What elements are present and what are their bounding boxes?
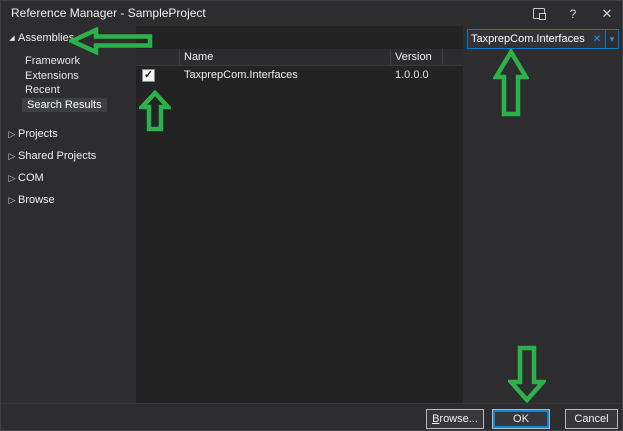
sidebar-item-label: Framework [25, 55, 80, 67]
sidebar-item-com[interactable]: ▷ COM [6, 172, 44, 184]
search-input[interactable] [468, 30, 589, 48]
list-header: Name Version [136, 49, 463, 66]
clear-icon: ✕ [593, 34, 601, 45]
sidebar-item-projects[interactable]: ▷ Projects [6, 128, 58, 140]
search-box: ✕ ▾ [467, 29, 619, 49]
close-button[interactable]: ✕ [590, 1, 623, 26]
window-controls: ? ✕ [522, 1, 623, 26]
sidebar-item-label: Browse [18, 194, 55, 206]
column-header-name[interactable]: Name [180, 49, 391, 65]
dialog-footer: Browse... OK Cancel [1, 403, 623, 431]
tree-collapsed-icon: ▷ [6, 195, 18, 206]
cancel-button[interactable]: Cancel [565, 409, 618, 429]
sidebar-item-search-results[interactable]: Search Results [22, 98, 107, 112]
sidebar-item-label: Recent [25, 84, 60, 96]
ok-button[interactable]: OK [492, 409, 550, 429]
sidebar-item-shared-projects[interactable]: ▷ Shared Projects [6, 150, 96, 162]
tree-collapsed-icon: ▷ [6, 173, 18, 184]
title-bar: Reference Manager - SampleProject ? ✕ [1, 1, 623, 26]
detail-panel: ✕ ▾ [463, 26, 623, 403]
table-row[interactable]: ✓ TaxprepCom.Interfaces 1.0.0.0 [136, 66, 463, 84]
window-title: Reference Manager - SampleProject [11, 6, 206, 20]
tree-collapsed-icon: ▷ [6, 151, 18, 162]
browse-button[interactable]: Browse... [426, 409, 484, 429]
feedback-button[interactable] [522, 1, 556, 26]
sidebar-item-label: Search Results [27, 99, 102, 111]
close-icon: ✕ [602, 6, 613, 22]
search-clear-button[interactable]: ✕ [589, 30, 605, 48]
chevron-down-icon: ▾ [610, 34, 615, 45]
search-dropdown-button[interactable]: ▾ [605, 30, 618, 48]
sidebar-item-framework[interactable]: Framework [25, 55, 80, 67]
tree-collapsed-icon: ▷ [6, 129, 18, 140]
assembly-list: Name Version ✓ TaxprepCom.Interfaces 1.0… [136, 26, 463, 403]
sidebar-item-recent[interactable]: Recent [25, 84, 60, 96]
row-checkbox[interactable]: ✓ [142, 69, 155, 82]
row-version: 1.0.0.0 [391, 69, 443, 81]
reference-manager-dialog: Reference Manager - SampleProject ? ✕ ◢ … [0, 0, 623, 431]
sidebar-item-label: Extensions [25, 70, 79, 82]
sidebar-item-extensions[interactable]: Extensions [25, 70, 79, 82]
sidebar-item-assemblies[interactable]: ◢ Assemblies [6, 32, 74, 44]
row-checkbox-cell: ✓ [136, 69, 180, 82]
help-button[interactable]: ? [556, 1, 590, 26]
sidebar-item-label: Assemblies [18, 32, 74, 44]
row-name: TaxprepCom.Interfaces [180, 69, 391, 81]
column-header-checkbox[interactable] [136, 49, 180, 65]
tree-expanded-icon: ◢ [6, 34, 18, 42]
sidebar-item-label: COM [18, 172, 44, 184]
column-header-version[interactable]: Version [391, 49, 443, 65]
feedback-icon [533, 8, 545, 19]
sidebar-item-browse[interactable]: ▷ Browse [6, 194, 55, 206]
sidebar-item-label: Shared Projects [18, 150, 96, 162]
sidebar-item-label: Projects [18, 128, 58, 140]
column-header-extra [443, 49, 463, 65]
checkmark-icon: ✓ [144, 70, 153, 81]
help-icon: ? [570, 7, 577, 21]
category-tree: ◢ Assemblies Framework Extensions Recent… [1, 26, 136, 403]
